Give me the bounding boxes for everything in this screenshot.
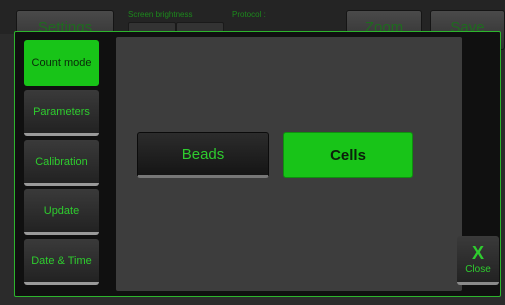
close-icon: X	[471, 242, 484, 263]
settings-modal: Count mode Parameters Calibration Update…	[14, 31, 501, 297]
tab-count-mode[interactable]: Count mode	[24, 40, 99, 86]
beads-button[interactable]: Beads	[137, 132, 269, 178]
tab-update[interactable]: Update	[24, 189, 99, 235]
cells-button[interactable]: Cells	[283, 132, 413, 178]
tab-parameters[interactable]: Parameters	[24, 90, 99, 136]
tab-calibration[interactable]: Calibration	[24, 140, 99, 186]
close-label: Close	[465, 263, 491, 275]
brightness-label: Screen brightness	[128, 10, 193, 19]
tab-date-time[interactable]: Date & Time	[24, 239, 99, 285]
close-button[interactable]: X Close	[457, 236, 499, 285]
protocol-label: Protocol :	[232, 10, 266, 19]
